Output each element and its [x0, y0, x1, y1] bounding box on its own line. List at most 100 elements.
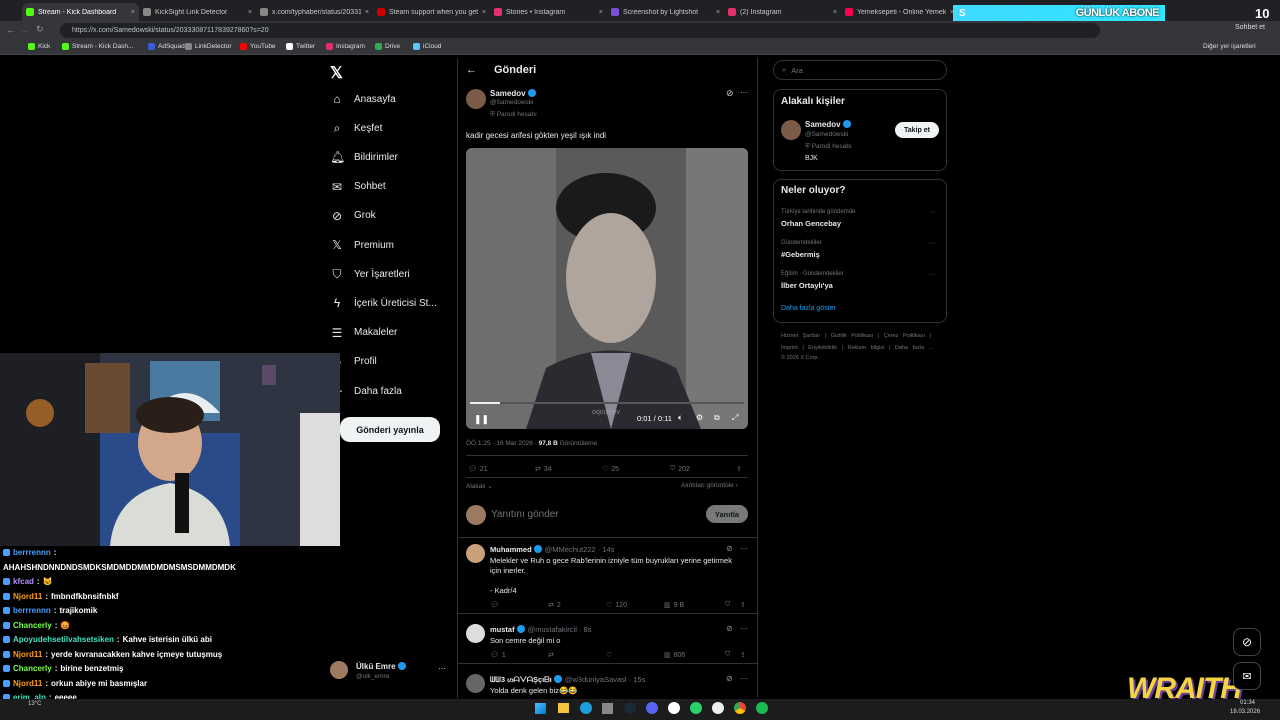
- bookmark-item[interactable]: Kick: [28, 43, 50, 50]
- back-arrow-icon[interactable]: ←: [466, 64, 477, 76]
- bookmark-item[interactable]: AdSquad: [148, 43, 185, 50]
- view-quotes-link[interactable]: Alıntıları görüntüle ›: [681, 482, 738, 489]
- bookmark-action[interactable]: ⛉ 202: [670, 465, 690, 473]
- grok-float-icon[interactable]: ⊘: [1233, 628, 1261, 656]
- post-video[interactable]: oqiozeev ❚❚ 0:01 / 0:11 🔈︎ ⚙ ⧉ ⤢: [466, 148, 748, 429]
- related-avatar[interactable]: [781, 120, 801, 140]
- start-icon[interactable]: [535, 703, 546, 714]
- bookmark-icon[interactable]: ⛉: [725, 601, 730, 609]
- share-icon[interactable]: ⇪: [736, 465, 742, 473]
- chat-username[interactable]: Njord11: [13, 679, 42, 688]
- obs-icon[interactable]: [712, 702, 724, 714]
- repost-action[interactable]: ⇄ 34: [535, 465, 552, 474]
- chat-username[interactable]: Apoyudehsetilvahsetsiken: [13, 635, 114, 644]
- chat-username[interactable]: Njord11: [13, 650, 42, 659]
- nav-item[interactable]: ⌕ Keşfet: [330, 121, 383, 136]
- nav-item[interactable]: ☰ Makaleler: [330, 326, 398, 340]
- repost-action[interactable]: ⇄ 2: [548, 601, 561, 610]
- reply-input[interactable]: Yanıtını gönder: [491, 509, 559, 520]
- chat-username[interactable]: Njord11: [13, 592, 42, 601]
- bookmark-item[interactable]: iCloud: [413, 43, 441, 50]
- reply-author[interactable]: ᗯᗯ3 ᔕᗩᐯᗩŞçıᗷı @w3duniyaSavasl · 15s: [490, 675, 645, 685]
- share-icon[interactable]: ⇪: [740, 601, 746, 609]
- browser-tab[interactable]: Stories • Instagram ×: [490, 3, 607, 21]
- author-handle[interactable]: @Samedowski: [490, 99, 533, 106]
- grok-icon[interactable]: ⊘: [726, 544, 733, 553]
- fullscreen-icon[interactable]: ⤢: [732, 413, 738, 423]
- show-more-link[interactable]: Daha fazla göster: [781, 305, 836, 312]
- browser-tab[interactable]: KickSight Link Detector ×: [139, 3, 256, 21]
- bookmark-item[interactable]: Instagram: [326, 43, 365, 50]
- grok-icon[interactable]: ⊘: [726, 624, 733, 633]
- grok-icon[interactable]: ⊘: [726, 88, 734, 99]
- nav-item[interactable]: ⊘ Grok: [330, 209, 376, 223]
- spotify-icon[interactable]: [756, 702, 768, 714]
- url-input[interactable]: https://x.com/Samedowski/status/20333087…: [60, 23, 1100, 38]
- like-action[interactable]: ♡: [606, 651, 615, 659]
- trend-item[interactable]: #Gebermiş: [781, 250, 820, 259]
- reply-more-icon[interactable]: ···: [740, 544, 748, 553]
- pause-icon[interactable]: ❚❚: [474, 414, 489, 425]
- volume-icon[interactable]: 🔈︎: [678, 413, 683, 423]
- edge-icon[interactable]: [580, 702, 592, 714]
- like-action[interactable]: ♡ 25: [602, 465, 619, 474]
- account-more-icon[interactable]: ···: [438, 664, 446, 673]
- discord-icon[interactable]: [646, 702, 658, 714]
- x-logo-icon[interactable]: 𝕏: [330, 63, 343, 83]
- nav-item[interactable]: ϟ İçerik Üreticisi St...: [330, 296, 437, 310]
- footer-links-2[interactable]: Imprint | Erişilebilirlik | Reklam bilgi…: [781, 345, 933, 351]
- other-bookmarks[interactable]: Diğer yer işaretleri: [1203, 43, 1256, 50]
- reply-action[interactable]: 💬︎ 21: [468, 465, 488, 474]
- search-input[interactable]: ⌕ Ara: [773, 60, 947, 80]
- repost-action[interactable]: ⇄: [548, 651, 557, 659]
- account-avatar[interactable]: [330, 661, 348, 679]
- tab-close-icon[interactable]: ×: [482, 9, 486, 16]
- forward-icon[interactable]: →: [20, 25, 29, 35]
- reply-action[interactable]: 💬︎ 1: [490, 651, 506, 660]
- nav-item[interactable]: ⛉ Yer İşaretleri: [330, 267, 409, 282]
- reply-author[interactable]: Muhammed @MMechut222 · 14s: [490, 545, 614, 554]
- relevant-dropdown[interactable]: Alakalı ⌄: [466, 482, 493, 490]
- trend-more-icon[interactable]: ···: [929, 271, 936, 278]
- browser-tab[interactable]: Stream - Kick Dashboard ×: [22, 3, 139, 21]
- reply-avatar[interactable]: [466, 544, 485, 563]
- reply-avatar[interactable]: [466, 624, 485, 643]
- tab-close-icon[interactable]: ×: [599, 9, 603, 16]
- reply-more-icon[interactable]: ···: [740, 624, 748, 633]
- chat-username[interactable]: Chancerly: [13, 664, 52, 673]
- chat-username[interactable]: berrrennn: [13, 606, 51, 615]
- author-name[interactable]: Samedov: [490, 89, 536, 98]
- bookmark-item[interactable]: LinkDetector: [185, 43, 232, 50]
- like-action[interactable]: ♡ 120: [606, 601, 627, 610]
- bookmark-item[interactable]: Stream - Kick Dash...: [62, 43, 133, 50]
- store-icon[interactable]: [602, 703, 613, 714]
- nav-item[interactable]: ✉ Sohbet: [330, 180, 386, 194]
- browser-tab[interactable]: Screenshot by Lightshot ×: [607, 3, 724, 21]
- trend-item[interactable]: İlber Ortaylı'ya: [781, 281, 833, 290]
- chat-username[interactable]: Chancerly: [13, 621, 52, 630]
- browser-tab[interactable]: Yemeksepeti - Online Yemek Siр×: [841, 3, 958, 21]
- reply-author[interactable]: mustaf @mustafakircil · 8s: [490, 625, 591, 634]
- footer-links-1[interactable]: Hizmet Şartları | Gizlilik Politikası | …: [781, 333, 931, 339]
- tab-close-icon[interactable]: ×: [833, 9, 837, 16]
- back-icon[interactable]: ←: [6, 25, 15, 35]
- trend-more-icon[interactable]: ···: [929, 209, 936, 216]
- bookmark-item[interactable]: Twitter: [286, 43, 315, 50]
- trend-more-icon[interactable]: ···: [929, 240, 936, 247]
- video-progress[interactable]: [470, 402, 744, 404]
- tab-close-icon[interactable]: ×: [248, 9, 252, 16]
- author-avatar[interactable]: [466, 89, 486, 109]
- nav-item[interactable]: 🔔︎ Bildirimler: [330, 150, 398, 164]
- post-more-icon[interactable]: ···: [740, 88, 748, 97]
- pip-icon[interactable]: ⧉: [714, 413, 720, 423]
- whatsapp-icon[interactable]: [690, 702, 702, 714]
- related-name[interactable]: Samedov: [805, 120, 851, 129]
- nav-item[interactable]: ⋯Daha fazla: [330, 384, 402, 398]
- follow-button[interactable]: Takip et: [895, 122, 939, 138]
- reply-action[interactable]: 💬︎: [490, 601, 502, 609]
- bookmark-icon[interactable]: ⛉: [725, 651, 730, 659]
- browser-tab[interactable]: Steam support when you get hu ×: [373, 3, 490, 21]
- explorer-icon[interactable]: [558, 703, 569, 713]
- messages-float-icon[interactable]: ✉: [1233, 662, 1261, 690]
- browser-tab[interactable]: (2) Instagram ×: [724, 3, 841, 21]
